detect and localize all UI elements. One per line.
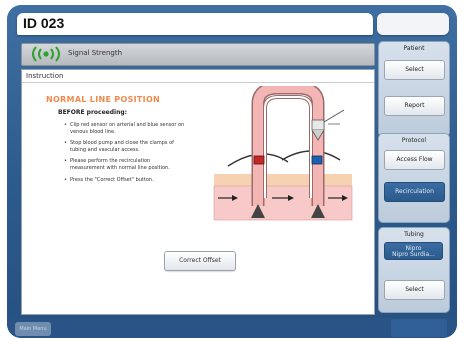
protocol-panel-title: Protocol — [401, 137, 427, 144]
footer-bar — [7, 318, 457, 338]
patient-panel-title: Patient — [403, 45, 425, 52]
tubing-panel-title: Tubing — [404, 231, 424, 238]
patient-id-title: ID 023 — [23, 15, 65, 31]
step-title: NORMAL LINE POSITION — [46, 95, 161, 104]
instruction-item: Press the "Correct Offset" button. — [64, 177, 186, 184]
title-bar: ID 023 — [17, 13, 373, 35]
tubing-select-button[interactable]: Select — [384, 280, 445, 300]
signal-strength-bar: Signal Strength — [21, 43, 375, 66]
correct-offset-button[interactable]: Correct Offset — [164, 251, 236, 271]
recirculation-button[interactable]: Recirculation — [384, 182, 445, 202]
signal-icon — [32, 46, 60, 62]
divider — [22, 82, 374, 83]
instruction-item: Stop blood pump and close the clamps of … — [64, 140, 186, 153]
instruction-item: Clip red sensor on arterial and blue sen… — [64, 122, 186, 135]
instruction-item: Please perform the recirculation measure… — [64, 158, 186, 171]
tubing-panel: Tubing Nipro Nipro Surdia... Select — [378, 227, 450, 313]
tubing-clamp — [311, 119, 325, 131]
before-proceeding-label: BEFORE proceeding: — [58, 109, 128, 116]
main-menu-button[interactable]: Main Menu — [15, 322, 51, 336]
tubing-model: Nipro Surdia... — [392, 251, 435, 258]
signal-strength-label: Signal Strength — [68, 49, 123, 57]
protocol-panel: Protocol Access Flow Recirculation — [378, 133, 450, 223]
patient-panel: Patient Select Report — [378, 41, 450, 137]
access-flow-button[interactable]: Access Flow — [384, 150, 445, 170]
status-box — [377, 13, 449, 35]
report-button[interactable]: Report — [384, 96, 445, 116]
instruction-header: Instruction — [26, 72, 64, 80]
patient-select-button[interactable]: Select — [384, 60, 445, 80]
instruction-panel: Instruction NORMAL LINE POSITION BEFORE … — [21, 69, 375, 315]
arterial-clip — [253, 155, 265, 165]
line-position-diagram — [213, 86, 353, 221]
device-screen: ID 023 Signal Strength Instruction NORMA… — [7, 5, 457, 338]
footer-right-button[interactable] — [391, 319, 447, 337]
instruction-list: Clip red sensor on arterial and blue sen… — [64, 122, 186, 188]
tubing-selection[interactable]: Nipro Nipro Surdia... — [384, 242, 443, 260]
venous-clip — [311, 155, 323, 165]
